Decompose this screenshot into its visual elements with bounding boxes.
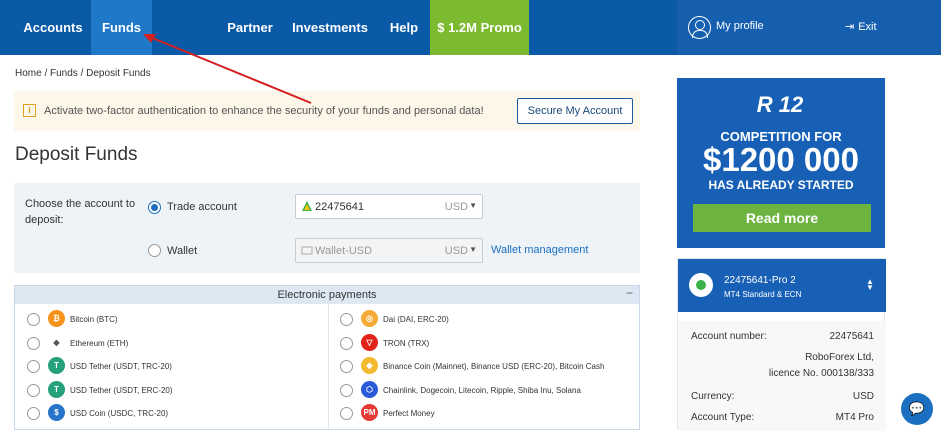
payment-name: TRON (TRX) [383,338,430,348]
wallet-radio[interactable] [148,244,161,257]
trade-currency: USD [444,201,468,213]
trade-account-label: Trade account [167,201,237,213]
account-type-label: Account Type: [691,412,755,423]
payment-name: Ethereum (ETH) [70,338,129,348]
promo-amount: $1200 000 [703,141,859,178]
promo-banner[interactable]: R 12 COMPETITION FOR $1200 000 HAS ALREA… [677,78,885,248]
nav-investments[interactable]: Investments [287,0,373,55]
chevron-down-icon: ▼ [469,201,477,210]
payment-name: Perfect Money [383,409,435,418]
page-title: Deposit Funds [15,144,138,165]
nav-help[interactable]: Help [380,0,428,55]
exit-label: Exit [858,21,877,33]
payment-radio[interactable] [340,360,353,373]
currency-label: Currency: [691,391,735,402]
chainlink-icon: ⬡ [361,380,378,398]
payment-name: USD Tether (USDT, ERC-20) [70,385,173,395]
licence-number: licence No. 000138/333 [768,368,874,379]
binance-icon: ◆ [361,357,378,374]
payment-name: Chainlink, Dogecoin, Litecoin, Ripple, S… [383,385,581,395]
account-logo-icon [302,201,312,211]
tron-icon: ▽ [361,333,378,351]
payment-radio[interactable] [340,383,353,397]
account-card: 22475641-Pro 2 MT4 Standard & ECN ▲ ▼ Acc… [677,258,886,431]
choose-account-label: Choose the account to deposit: [25,198,136,226]
account-details: Account number: 22475641 RoboForex Ltd, … [678,321,886,431]
wallet-label: Wallet [167,245,198,257]
my-profile-link[interactable]: My profile [716,20,764,32]
chat-icon[interactable]: 💬 [901,393,933,425]
account-switcher[interactable]: 22475641-Pro 2 MT4 Standard & ECN ▲ ▼ [678,259,886,312]
user-avatar-icon[interactable] [688,16,711,39]
payment-name: Bitcoin (BTC) [70,315,118,324]
perfect-money-icon: PM [361,404,378,421]
account-logo-icon [689,273,713,297]
payment-radio[interactable] [340,407,353,420]
wallet-currency: USD [444,245,468,257]
alert-text: Activate two-factor authentication to en… [44,105,484,117]
exit-button[interactable]: ⇥ Exit [845,20,877,33]
payment-radio[interactable] [27,313,40,326]
nav-funds[interactable]: Funds [91,0,152,55]
payment-name: Binance Coin (Mainnet), Binance USD (ERC… [383,362,605,371]
column-divider [328,304,329,431]
bitcoin-icon: ₿ [48,310,65,327]
wallet-value: Wallet-USD [315,245,373,257]
payment-name: USD Coin (USDC, TRC-20) [70,409,169,418]
payment-radio[interactable] [27,407,40,420]
dai-icon: ◎ [361,310,378,327]
broker-name: RoboForex Ltd, [805,352,874,363]
account-type-value: MT4 Pro [835,412,874,423]
info-icon: i [23,104,36,117]
ethereum-icon: ◆ [48,333,65,351]
trade-account-select[interactable]: 22475641 USD ▼ [295,194,483,219]
trade-account-radio[interactable] [148,201,161,214]
currency-value: USD [852,391,874,402]
tether-icon: T [48,357,65,374]
wallet-select: Wallet-USD USD ▼ [295,238,483,263]
payment-radio[interactable] [27,360,40,373]
nav-promo[interactable]: $ 1.2M Promo [430,0,529,55]
trade-account-value: 22475641 [315,201,364,213]
secure-account-button[interactable]: Secure My Account [517,98,633,124]
account-number-value: 22475641 [829,331,875,342]
r12-logo: R 12 [756,92,804,117]
payment-name: Dai (DAI, ERC-20) [383,315,449,324]
electronic-payments-title: Electronic payments [277,289,377,301]
payment-radio[interactable] [340,313,353,326]
promo-line2: HAS ALREADY STARTED [708,178,854,192]
electronic-payments-panel: Electronic payments − ₿ Bitcoin (BTC) ◆ Eth… [14,285,640,431]
electronic-payments-header[interactable]: Electronic payments − [15,286,639,304]
read-more-button[interactable]: Read more [693,204,871,232]
wallet-icon [301,246,313,255]
nav-trade[interactable] [158,0,208,55]
two-factor-alert: i Activate two-factor authentication to … [14,91,640,131]
account-name: 22475641-Pro 2 [724,275,796,286]
nav-accounts[interactable]: Accounts [15,0,91,55]
payment-radio[interactable] [340,336,353,350]
sort-arrows-icon[interactable]: ▲ ▼ [866,278,874,292]
collapse-icon[interactable]: − [626,284,633,302]
payment-radio[interactable] [27,383,40,397]
nav-partner[interactable]: Partner [215,0,285,55]
breadcrumb[interactable]: Home / Funds / Deposit Funds [15,68,151,79]
usdc-icon: $ [48,404,65,421]
wallet-management-link[interactable]: Wallet management [491,244,588,256]
exit-icon: ⇥ [845,21,855,33]
payment-radio[interactable] [27,336,40,350]
account-number-label: Account number: [691,331,767,342]
chevron-down-icon: ▼ [469,245,477,254]
tether-icon: T [48,380,65,398]
payment-name: USD Tether (USDT, TRC-20) [70,362,172,371]
account-type: MT4 Standard & ECN [724,290,802,299]
